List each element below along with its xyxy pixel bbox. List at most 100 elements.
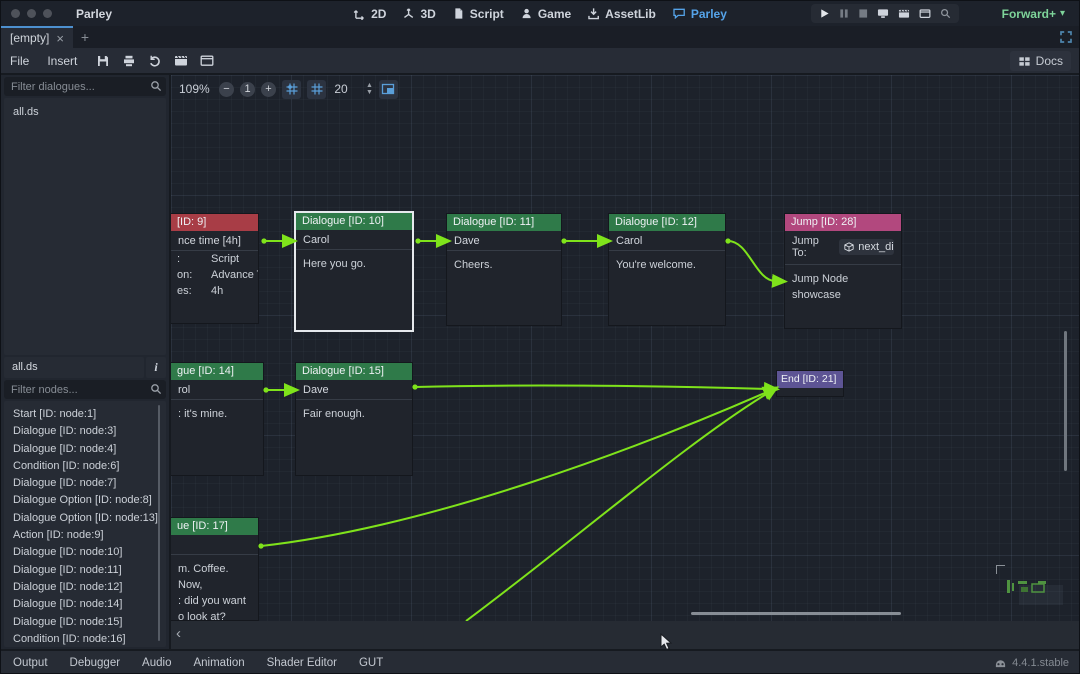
stop-button[interactable]	[858, 8, 868, 19]
node-text: : it's mine.	[171, 400, 263, 428]
list-item[interactable]: Dialogue [ID: node:11]	[4, 562, 166, 579]
tab-assetlib[interactable]: AssetLib	[587, 7, 656, 21]
list-item[interactable]: Condition [ID: node:16]	[4, 631, 166, 647]
list-item[interactable]: Dialogue [ID: node:7]	[4, 475, 166, 492]
node-title[interactable]: gue [ID: 14]	[171, 363, 263, 380]
action-row-value: Advance T...	[211, 269, 258, 281]
minimap-toggle-icon[interactable]	[379, 80, 398, 99]
graph-node-action-9[interactable]: [ID: 9] nce time [4h] :Script on:Advance…	[171, 213, 259, 324]
undo-icon[interactable]	[148, 54, 162, 68]
panel-output[interactable]: Output	[13, 657, 48, 669]
list-item[interactable]: Dialogue [ID: node:14]	[4, 596, 166, 613]
list-item[interactable]: all.ds	[4, 104, 166, 121]
save-icon[interactable]	[96, 54, 110, 68]
list-item[interactable]: Action [ID: node:9]	[4, 527, 166, 544]
jump-target-button[interactable]: next_di	[839, 239, 894, 255]
snap-step-value[interactable]: 20	[332, 82, 350, 96]
spin-up-icon[interactable]: ▲	[366, 83, 373, 89]
dialogue-graph-canvas[interactable]: 109% − 1 + 20 ▲▼ [ID: 9] nce time [4h] :…	[171, 75, 1080, 621]
close-icon[interactable]: ×	[56, 32, 64, 45]
node-speaker: Carol	[609, 231, 725, 251]
script-icon	[452, 7, 465, 20]
node-title[interactable]: Dialogue [ID: 15]	[296, 363, 412, 380]
info-icon[interactable]: i	[146, 357, 166, 378]
remote-debug-button[interactable]	[877, 8, 889, 19]
node-title[interactable]: Dialogue [ID: 12]	[609, 214, 725, 231]
graph-node-jump-28[interactable]: Jump [ID: 28] Jump To: next_di Jump Node…	[784, 213, 902, 329]
zoom-in-button[interactable]: +	[261, 82, 276, 97]
horizontal-scrollbar[interactable]	[691, 612, 901, 615]
zoom-out-button[interactable]: −	[219, 82, 234, 97]
node-title[interactable]: Dialogue [ID: 11]	[447, 214, 561, 231]
chevron-left-icon[interactable]: ‹	[176, 625, 181, 642]
renderer-selector[interactable]: Forward+ ▾	[1002, 1, 1065, 26]
graph-node-dialogue-17[interactable]: ue [ID: 17] m. Coffee. Now, : did you wa…	[171, 517, 259, 621]
insert-menu[interactable]: Insert	[38, 54, 86, 68]
node-title[interactable]: Dialogue [ID: 10]	[296, 213, 412, 230]
list-item[interactable]: Condition [ID: node:6]	[4, 458, 166, 475]
vertical-scrollbar[interactable]	[1064, 331, 1067, 471]
node-title[interactable]: ue [ID: 17]	[171, 518, 258, 535]
export-icon[interactable]	[122, 54, 136, 68]
panel-audio[interactable]: Audio	[142, 657, 171, 669]
test-dialogue-from-node-icon[interactable]	[200, 54, 214, 67]
instance-search-button[interactable]	[940, 8, 951, 19]
list-item[interactable]: Dialogue [ID: node:10]	[4, 544, 166, 561]
graph-node-dialogue-12[interactable]: Dialogue [ID: 12] Carol You're welcome.	[608, 213, 726, 326]
window-controls[interactable]	[11, 9, 52, 18]
tab-parley[interactable]: Parley	[672, 7, 727, 21]
graph-minimap[interactable]	[994, 564, 1064, 611]
nodes-list: Start [ID: node:1] Dialogue [ID: node:3]…	[4, 401, 166, 647]
panel-animation[interactable]: Animation	[193, 657, 244, 669]
window-close-dot[interactable]	[11, 9, 20, 18]
playback-controls	[811, 4, 959, 23]
graph-node-dialogue-10[interactable]: Dialogue [ID: 10] Carol Here you go.	[294, 211, 414, 332]
graph-node-dialogue-14[interactable]: gue [ID: 14] rol : it's mine.	[171, 362, 264, 476]
movie-record-button[interactable]	[919, 8, 931, 19]
filter-dialogues-input[interactable]	[4, 77, 166, 96]
snap-grid-icon[interactable]	[307, 80, 326, 99]
add-scene-tab-button[interactable]: +	[73, 26, 97, 48]
graph-node-dialogue-15[interactable]: Dialogue [ID: 15] Dave Fair enough.	[295, 362, 413, 476]
zoom-reset-button[interactable]: 1	[240, 82, 255, 97]
snap-toggle-icon[interactable]	[282, 80, 301, 99]
spin-down-icon[interactable]: ▼	[366, 90, 373, 96]
sidebar: all.ds all.ds i Start [ID: node:1] Dialo…	[1, 75, 171, 649]
scrollbar[interactable]	[158, 405, 160, 641]
panel-gut[interactable]: GUT	[359, 657, 383, 669]
play-button[interactable]	[819, 8, 830, 19]
distraction-free-icon[interactable]	[1059, 30, 1073, 44]
filter-dialogues-box	[4, 77, 166, 96]
node-title[interactable]: [ID: 9]	[171, 214, 258, 231]
list-item[interactable]: Dialogue [ID: node:3]	[4, 423, 166, 440]
node-text: You're welcome.	[609, 251, 725, 279]
tab-2d[interactable]: 2D	[353, 7, 386, 21]
list-item[interactable]: Dialogue [ID: node:4]	[4, 441, 166, 458]
tab-game[interactable]: Game	[520, 7, 571, 21]
list-item[interactable]: Dialogue [ID: node:15]	[4, 614, 166, 631]
panel-shader-editor[interactable]: Shader Editor	[267, 657, 337, 669]
window-maximize-dot[interactable]	[43, 9, 52, 18]
list-item[interactable]: Dialogue Option [ID: node:8]	[4, 492, 166, 509]
panel-debugger[interactable]: Debugger	[70, 657, 121, 669]
scene-tab-empty[interactable]: [empty] ×	[1, 26, 73, 48]
test-dialogue-icon[interactable]	[174, 54, 188, 67]
tab-3d[interactable]: 3D	[402, 7, 435, 21]
node-title[interactable]: End [ID: 21]	[777, 371, 843, 388]
node-title[interactable]: Jump [ID: 28]	[785, 214, 901, 231]
pause-button[interactable]	[839, 8, 849, 19]
graph-node-dialogue-11[interactable]: Dialogue [ID: 11] Dave Cheers.	[446, 213, 562, 326]
filter-nodes-input[interactable]	[4, 380, 166, 399]
snap-step-spinner[interactable]: ▲▼	[366, 83, 373, 96]
docs-button[interactable]: Docs	[1010, 51, 1071, 71]
list-item[interactable]: Dialogue Option [ID: node:13]	[4, 510, 166, 527]
tab-script[interactable]: Script	[452, 7, 504, 21]
list-item[interactable]: Start [ID: node:1]	[4, 406, 166, 423]
graph-node-end-21[interactable]: End [ID: 21]	[776, 370, 844, 397]
movie-writer-button[interactable]	[898, 8, 910, 19]
file-menu[interactable]: File	[1, 54, 38, 68]
node-connections	[171, 75, 1080, 621]
window-title: Parley	[76, 7, 112, 21]
window-minimize-dot[interactable]	[27, 9, 36, 18]
list-item[interactable]: Dialogue [ID: node:12]	[4, 579, 166, 596]
